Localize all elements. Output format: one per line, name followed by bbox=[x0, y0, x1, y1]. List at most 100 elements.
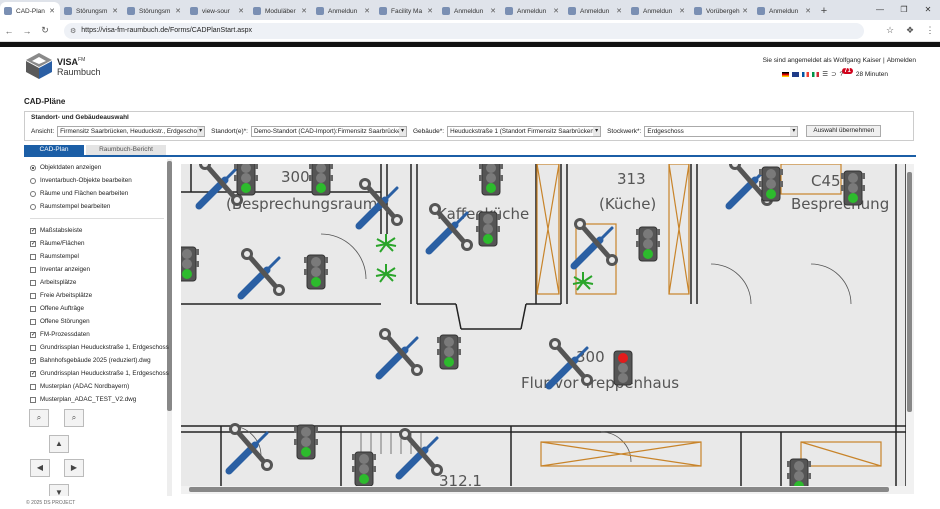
browser-tab[interactable]: Facility Ma ✕ bbox=[375, 2, 438, 20]
checkbox[interactable] bbox=[30, 253, 36, 260]
flag-uk-icon[interactable] bbox=[792, 71, 800, 77]
bookmark-star-icon[interactable]: ☆ bbox=[880, 25, 900, 36]
layer-checkbox-option[interactable]: ✓ FM-Prozessdaten bbox=[30, 331, 90, 338]
map-horizontal-scrollbar[interactable] bbox=[181, 486, 906, 494]
checkbox[interactable]: ✓ bbox=[30, 370, 36, 377]
pan-up-button[interactable]: ▲ bbox=[49, 435, 69, 453]
layer-checkbox-option[interactable]: ✓ Maßstabsleiste bbox=[30, 227, 82, 234]
checkbox[interactable] bbox=[30, 383, 36, 390]
app-logo[interactable]: VISAFM Raumbuch bbox=[24, 52, 101, 80]
tab-close-icon[interactable]: ✕ bbox=[490, 7, 496, 15]
layer-checkbox-option[interactable]: Offene Störungen bbox=[30, 318, 90, 325]
browser-tab[interactable]: Anmeldun ✕ bbox=[501, 2, 564, 20]
checkbox[interactable]: ✓ bbox=[30, 357, 36, 364]
layer-checkbox-option[interactable]: Musterplan_ADAC_TEST_V2.dwg bbox=[30, 396, 136, 403]
maximize-icon[interactable]: ❐ bbox=[892, 0, 916, 20]
tab-close-icon[interactable]: ✕ bbox=[112, 7, 118, 15]
checkbox[interactable] bbox=[30, 396, 36, 403]
layer-checkbox-option[interactable]: Offene Aufträge bbox=[30, 305, 84, 312]
tab-cad-plan[interactable]: CAD-Plan bbox=[24, 145, 84, 155]
list-icon[interactable]: ☰ bbox=[822, 70, 828, 78]
browser-tab[interactable]: Anmeldun ✕ bbox=[438, 2, 501, 20]
stockwerk-select[interactable]: Erdgeschoss bbox=[644, 125, 799, 137]
flag-it-icon[interactable] bbox=[812, 71, 820, 77]
gebaeude-select[interactable]: Heuduckstraße 1 (Standort Firmensitz Saa… bbox=[447, 125, 602, 137]
tab-close-icon[interactable]: ✕ bbox=[679, 7, 685, 15]
map-vertical-scrollbar[interactable] bbox=[906, 164, 914, 494]
browser-tab[interactable]: CAD-Plan ✕ bbox=[0, 2, 60, 20]
tab-close-icon[interactable]: ✕ bbox=[49, 7, 55, 15]
checkbox[interactable]: ✓ bbox=[30, 240, 36, 247]
mode-radio-option[interactable]: Inventarbuch-Objekte bearbeiten bbox=[30, 177, 132, 184]
layer-checkbox-option[interactable]: Raumstempel bbox=[30, 253, 79, 260]
browser-tab[interactable]: Störungsm ✕ bbox=[60, 2, 123, 20]
layer-checkbox-option[interactable]: Musterplan (ADAC Nordbayern) bbox=[30, 383, 129, 390]
layer-checkbox-option[interactable]: Grundrissplan Heuduckstraße 1, Erdgescho… bbox=[30, 344, 169, 351]
pan-left-button[interactable]: ◀ bbox=[30, 459, 50, 477]
cad-plan-canvas[interactable]: (Besprechungsraum) 300 Kaffeeküche 313 (… bbox=[181, 164, 914, 494]
tab-close-icon[interactable]: ✕ bbox=[364, 7, 370, 15]
flag-de-icon[interactable] bbox=[782, 71, 790, 77]
radio-button[interactable] bbox=[30, 190, 36, 197]
apply-selection-button[interactable]: Auswahl übernehmen bbox=[806, 125, 882, 137]
layer-checkbox-option[interactable]: ✓ Grundrissplan Heuduckstraße 1, Erdgesch… bbox=[30, 370, 169, 377]
layer-checkbox-option[interactable]: Freie Arbeitsplätze bbox=[30, 292, 92, 299]
site-info-icon[interactable]: ⚙ bbox=[70, 27, 76, 35]
checkbox[interactable] bbox=[30, 266, 36, 273]
browser-tab[interactable]: Vorübergeh ✕ bbox=[690, 2, 753, 20]
forward-icon[interactable]: → bbox=[18, 26, 36, 36]
url-field[interactable]: ⚙ https://visa-fm-raumbuch.de/Forms/CADP… bbox=[64, 22, 864, 39]
tab-close-icon[interactable]: ✕ bbox=[238, 7, 244, 15]
checkbox[interactable] bbox=[30, 292, 36, 299]
pan-down-button[interactable]: ▼ bbox=[49, 484, 69, 496]
mode-radio-option[interactable]: Objektdaten anzeigen bbox=[30, 164, 101, 171]
pan-right-button[interactable]: ▶ bbox=[64, 459, 84, 477]
tab-raumbuch-bericht[interactable]: Raumbuch-Bericht bbox=[86, 145, 166, 155]
checkbox[interactable]: ✓ bbox=[30, 331, 36, 338]
mode-radio-option[interactable]: Raumstempel bearbeiten bbox=[30, 203, 110, 210]
layer-checkbox-option[interactable]: ✓ Bahnhofsgebäude 2025 (reduziert).dwg bbox=[30, 357, 151, 364]
flag-fr-icon[interactable] bbox=[802, 71, 810, 77]
tab-close-icon[interactable]: ✕ bbox=[805, 7, 811, 15]
browser-tab[interactable]: Störungsm ✕ bbox=[123, 2, 186, 20]
layer-checkbox-option[interactable]: ✓ Räume/Flächen bbox=[30, 240, 84, 247]
tab-close-icon[interactable]: ✕ bbox=[175, 7, 181, 15]
checkbox[interactable] bbox=[30, 279, 36, 286]
back-icon[interactable]: ← bbox=[0, 26, 18, 36]
checkbox[interactable] bbox=[30, 318, 36, 325]
notification-badge[interactable]: 71 bbox=[842, 68, 853, 74]
ansicht-select[interactable]: Firmensitz Saarbrücken, Heuduckstr., Erd… bbox=[57, 125, 206, 137]
checkbox[interactable]: ✓ bbox=[30, 227, 36, 234]
radio-button[interactable] bbox=[30, 164, 36, 171]
browser-tab[interactable]: view-sour ✕ bbox=[186, 2, 249, 20]
browser-tab[interactable]: Anmeldun ✕ bbox=[564, 2, 627, 20]
browser-tab[interactable]: Moduläber ✕ bbox=[249, 2, 312, 20]
new-tab-button[interactable]: + bbox=[816, 2, 832, 20]
browser-tab[interactable]: Anmeldun ✕ bbox=[627, 2, 690, 20]
radio-button[interactable] bbox=[30, 203, 36, 210]
tab-close-icon[interactable]: ✕ bbox=[742, 7, 748, 15]
checkbox[interactable] bbox=[30, 344, 36, 351]
menu-icon[interactable]: ⋮ bbox=[920, 25, 940, 36]
layer-checkbox-option[interactable]: Arbeitsplätze bbox=[30, 279, 76, 286]
tab-close-icon[interactable]: ✕ bbox=[301, 7, 307, 15]
browser-tab[interactable]: Anmeldun ✕ bbox=[753, 2, 816, 20]
close-window-icon[interactable]: ✕ bbox=[916, 0, 940, 20]
layer-checkbox-option[interactable]: Inventar anzeigen bbox=[30, 266, 90, 273]
browser-tab[interactable]: Anmeldun ✕ bbox=[312, 2, 375, 20]
left-panel-scrollbar[interactable] bbox=[167, 159, 172, 496]
rss-icon[interactable]: ⊃ bbox=[831, 70, 836, 78]
logout-link[interactable]: Abmelden bbox=[887, 57, 916, 64]
zoom-out-button[interactable]: ⌕ bbox=[64, 409, 84, 427]
zoom-in-button[interactable]: ⌕ bbox=[29, 409, 49, 427]
minimize-icon[interactable]: — bbox=[868, 0, 892, 20]
tab-close-icon[interactable]: ✕ bbox=[553, 7, 559, 15]
mode-radio-option[interactable]: Räume und Flächen bearbeiten bbox=[30, 190, 128, 197]
tab-close-icon[interactable]: ✕ bbox=[427, 7, 433, 15]
standort-select[interactable]: Demo-Standort (CAD-Import):Firmensitz Sa… bbox=[250, 125, 407, 137]
reload-icon[interactable]: ↻ bbox=[36, 25, 54, 36]
tab-close-icon[interactable]: ✕ bbox=[616, 7, 622, 15]
checkbox[interactable] bbox=[30, 305, 36, 312]
extensions-icon[interactable]: ❖ bbox=[900, 25, 920, 36]
radio-button[interactable] bbox=[30, 177, 36, 184]
